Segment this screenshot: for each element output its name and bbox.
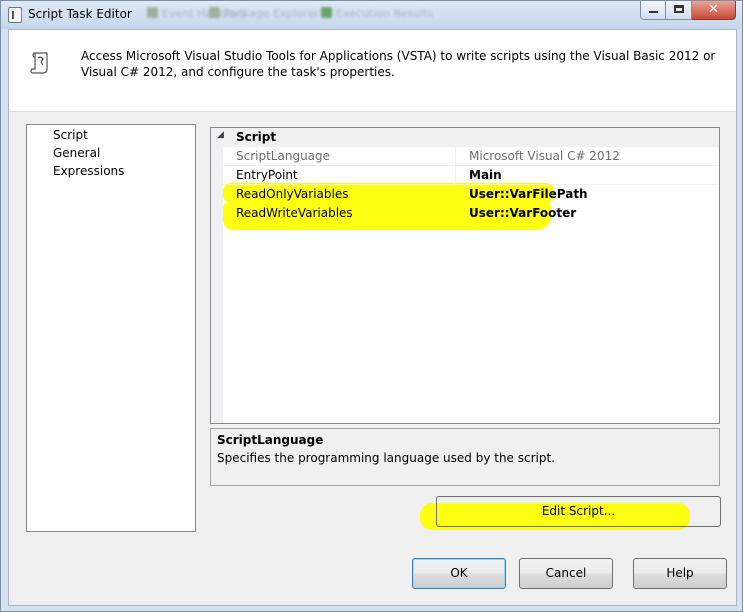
background-tab-package-explorer: Package Explorer — [209, 7, 319, 20]
header-description: Access Microsoft Visual Studio Tools for… — [81, 49, 716, 79]
caption-buttons: ✕ — [640, 1, 736, 21]
category-script[interactable]: ◢ Script — [211, 128, 719, 147]
script-task-editor-window: Script Task Editor Event Handlers Packag… — [0, 0, 743, 612]
collapse-icon[interactable]: ◢ — [217, 130, 224, 140]
maximize-icon — [674, 5, 684, 13]
maximize-button[interactable] — [666, 1, 692, 20]
property-description-pane: ScriptLanguage Specifies the programming… — [210, 428, 720, 486]
close-icon: ✕ — [708, 2, 719, 17]
nav-item-general[interactable]: General — [53, 146, 100, 160]
execution-results-icon — [321, 7, 332, 18]
property-name: ReadWriteVariables — [236, 206, 353, 220]
page-navigation-list: Script General Expressions — [26, 124, 196, 532]
dialog-client-area: Access Microsoft Visual Studio Tools for… — [8, 29, 737, 606]
column-divider[interactable] — [455, 147, 456, 166]
dialog-header: Access Microsoft Visual Studio Tools for… — [9, 30, 736, 112]
property-value[interactable]: User::VarFooter — [469, 206, 576, 220]
script-icon — [8, 7, 22, 23]
description-title: ScriptLanguage — [217, 433, 324, 447]
nav-item-script[interactable]: Script — [53, 128, 88, 142]
property-name: EntryPoint — [236, 168, 298, 182]
property-value[interactable]: Microsoft Visual C# 2012 — [469, 149, 620, 163]
title-bar[interactable]: Script Task Editor Event Handlers Packag… — [1, 1, 742, 29]
grid-margin — [211, 128, 223, 423]
minimize-icon — [649, 11, 658, 13]
nav-item-expressions[interactable]: Expressions — [53, 164, 124, 178]
category-label: Script — [236, 130, 277, 144]
cancel-button[interactable]: Cancel — [519, 558, 613, 589]
minimize-button[interactable] — [640, 1, 666, 20]
property-value[interactable]: User::VarFilePath — [469, 187, 588, 201]
property-value[interactable]: Main — [469, 168, 502, 182]
event-handlers-icon — [147, 7, 158, 18]
property-grid: ◢ Script ScriptLanguage Microsoft Visual… — [210, 127, 720, 424]
property-row-entrypoint[interactable]: EntryPoint Main — [223, 166, 719, 185]
property-name: ReadOnlyVariables — [236, 187, 349, 201]
property-row-scriptlanguage[interactable]: ScriptLanguage Microsoft Visual C# 2012 — [223, 147, 719, 166]
property-name: ScriptLanguage — [236, 149, 331, 163]
edit-script-button[interactable]: Edit Script... — [436, 496, 721, 527]
script-scroll-icon — [30, 52, 48, 74]
close-button[interactable]: ✕ — [692, 1, 736, 20]
window-title: Script Task Editor — [28, 7, 132, 21]
description-body: Specifies the programming language used … — [217, 451, 555, 465]
background-tab-execution-results: Execution Results — [321, 7, 433, 20]
property-row-readwritevariables[interactable]: ReadWriteVariables User::VarFooter — [223, 204, 719, 223]
package-explorer-icon — [209, 7, 220, 18]
help-button[interactable]: Help — [633, 558, 727, 589]
property-row-readonlyvariables[interactable]: ReadOnlyVariables User::VarFilePath — [223, 185, 719, 204]
ok-button[interactable]: OK — [412, 558, 506, 589]
column-divider[interactable] — [455, 166, 456, 185]
